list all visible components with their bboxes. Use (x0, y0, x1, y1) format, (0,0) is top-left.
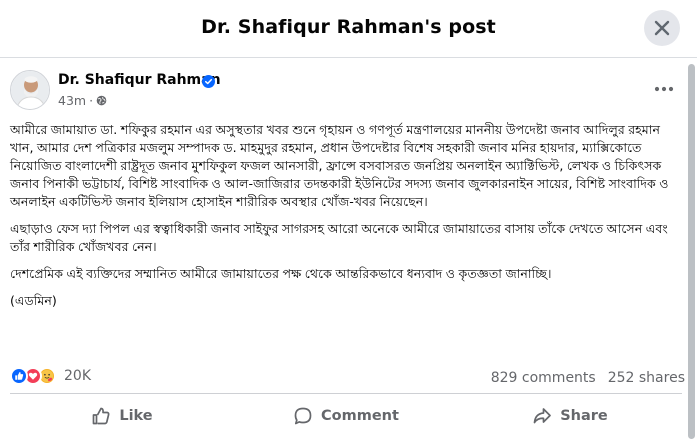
comment-button[interactable]: Comment (234, 394, 458, 437)
dialog-header: Dr. Shafiqur Rahman's post (0, 0, 697, 58)
engagement-counts: 829 comments 252 shares (491, 370, 685, 386)
post-action-bar: Like Comment Share (10, 393, 682, 437)
like-button[interactable]: Like (10, 394, 234, 437)
more-options-icon (654, 86, 674, 92)
reaction-summary[interactable]: 20K (10, 367, 91, 385)
dialog-title: Dr. Shafiqur Rahman's post (201, 16, 496, 38)
post-paragraph-3: দেশপ্রেমিক এই ব্যক্তিদের সম্মানিত আমীরে … (10, 266, 552, 281)
scrollbar-thumb[interactable] (688, 64, 695, 439)
comment-icon (294, 407, 312, 424)
thumbs-up-icon (92, 407, 110, 424)
meta-dot: · (89, 93, 94, 108)
like-label: Like (119, 407, 153, 424)
post-time[interactable]: 43m (58, 93, 86, 108)
post-meta: 43m · (58, 93, 107, 108)
verified-badge-icon (202, 73, 215, 92)
post-options-button[interactable] (650, 78, 678, 100)
share-count[interactable]: 252 shares (608, 370, 685, 386)
reaction-count[interactable]: 20K (64, 368, 91, 384)
share-label: Share (560, 407, 608, 424)
comment-count[interactable]: 829 comments (491, 370, 596, 386)
close-button[interactable] (644, 10, 680, 46)
avatar[interactable] (10, 70, 50, 110)
globe-icon (96, 95, 107, 106)
author-name[interactable]: Dr. Shafiqur Rahman (58, 72, 221, 88)
close-icon (654, 20, 670, 36)
share-icon (533, 407, 552, 423)
post-text: আমীরে জামায়াত ডা. শফিকুর রহমান এর অসুস্… (10, 121, 682, 319)
post-paragraph-1: আমীরে জামায়াত ডা. শফিকুর রহমান এর অসুস্… (10, 122, 669, 209)
post-paragraph-4: (এডমিন) (10, 293, 57, 308)
like-icon (10, 367, 28, 385)
post-paragraph-2: এছাড়াও ফেস দ্যা পিপল এর স্বত্বাধিকারী জ… (10, 221, 668, 254)
comment-label: Comment (321, 407, 399, 424)
share-button[interactable]: Share (458, 394, 682, 437)
